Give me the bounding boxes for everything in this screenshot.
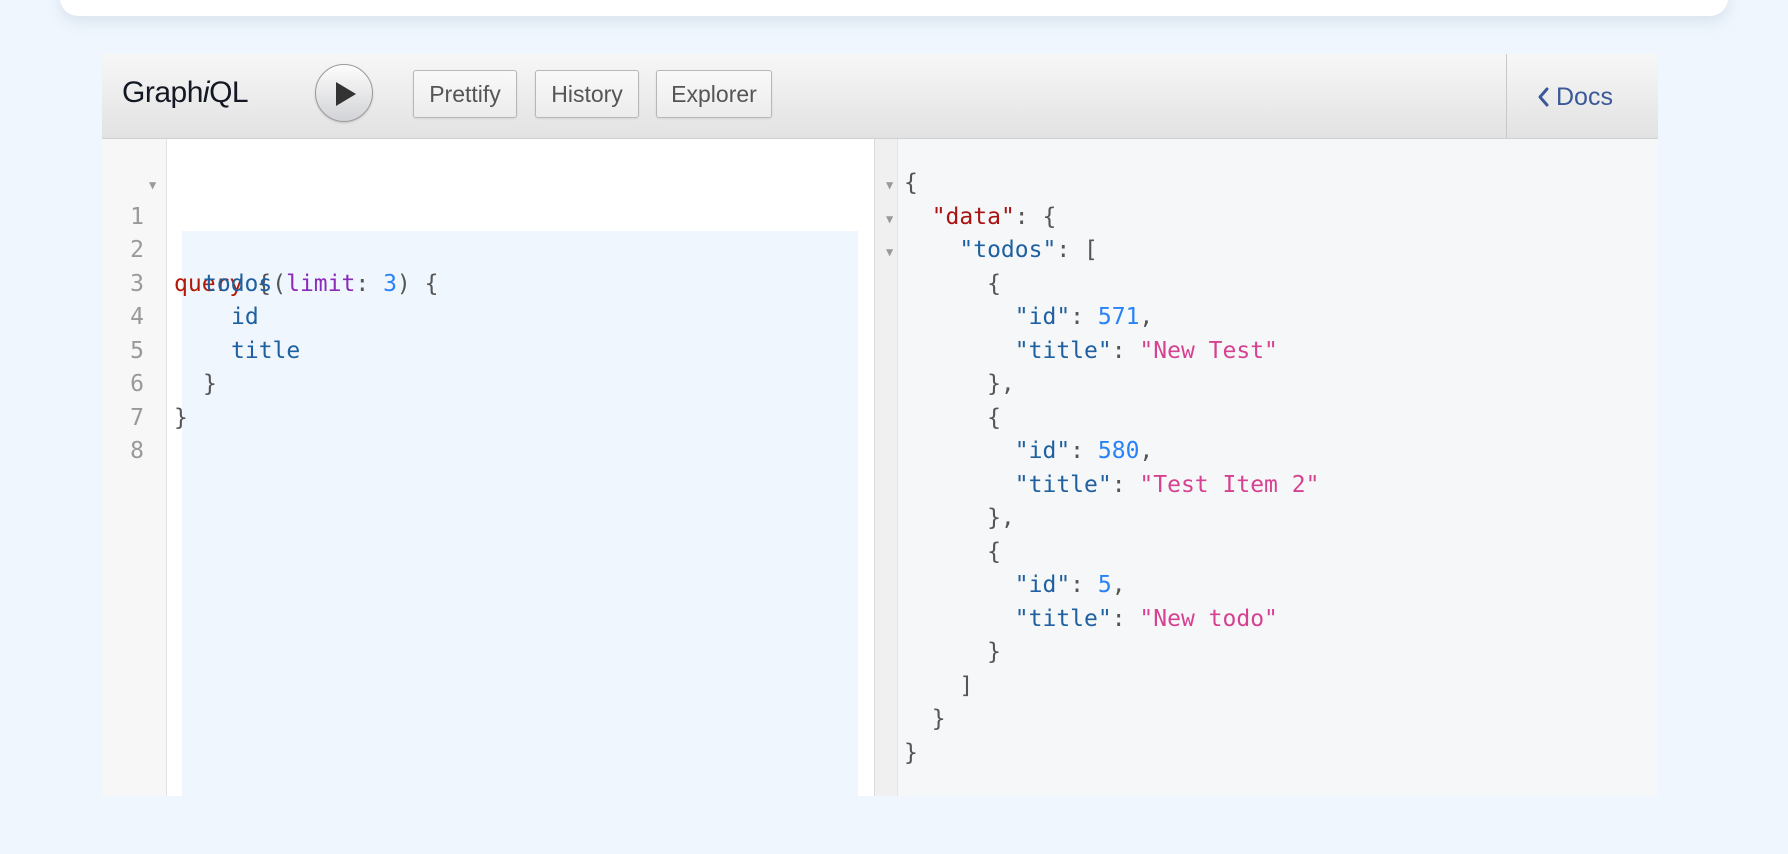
graphiql-app: GraphiQL Prettify History Explorer Docs … <box>102 54 1658 796</box>
code-line: 6 } <box>102 335 213 431</box>
id-value: 580 <box>1097 438 1140 464</box>
toolbar: GraphiQL Prettify History Explorer Docs <box>102 54 1658 139</box>
result-line: "title": "Test Item 2" <box>1014 471 1320 498</box>
result-viewer: ▼ ▼ ▼ { "data": { "todos": [ { "id": 571… <box>886 139 1658 796</box>
fold-arrow-icon[interactable]: ▼ <box>886 236 893 270</box>
prettify-button[interactable]: Prettify <box>413 70 517 118</box>
arg-value: 3 <box>383 270 397 297</box>
result-line: "id": 580, <box>1014 438 1154 464</box>
result-line: } <box>904 706 946 732</box>
field-title: title <box>231 337 301 364</box>
docs-label: Docs <box>1556 83 1613 111</box>
punct: ) { <box>396 270 439 297</box>
query-editor[interactable]: 1 ▼ query { 2 todos(limit: 3) { 3 id 4 t… <box>102 139 874 796</box>
fold-arrow-icon[interactable]: ▼ <box>886 169 893 203</box>
todos-key: "todos" <box>959 237 1057 263</box>
id-value: 5 <box>1097 572 1112 598</box>
title-prefix: Graph <box>122 76 203 109</box>
result-line: { <box>904 404 1001 431</box>
title-key: "title" <box>1014 337 1112 364</box>
code-line: 5 } <box>102 301 217 398</box>
result-line: "id": 571, <box>1014 304 1154 330</box>
field-todos: todos <box>203 270 273 297</box>
result-line: { <box>904 538 1001 565</box>
arg-limit: limit <box>286 270 356 297</box>
play-icon <box>336 82 356 106</box>
explorer-button[interactable]: Explorer <box>656 70 772 118</box>
result-line: ] <box>904 672 974 699</box>
history-button[interactable]: History <box>535 70 639 118</box>
data-key: "data" <box>931 203 1015 230</box>
fold-arrow-icon[interactable]: ▼ <box>886 203 893 237</box>
result-line: } <box>904 639 1001 665</box>
id-key: "id" <box>1014 572 1071 598</box>
result-line: } <box>904 739 918 766</box>
punct: ( <box>272 270 287 297</box>
result-line: "data": { <box>931 203 1057 230</box>
field-id: id <box>231 304 259 330</box>
result-line: { <box>904 170 918 196</box>
title-suffix: QL <box>209 76 249 109</box>
code-line: 3 id <box>102 234 259 331</box>
page-header-shadow <box>60 0 1728 16</box>
title-value: "New todo" <box>1139 605 1278 632</box>
execute-query-button[interactable] <box>315 64 373 122</box>
code-line: 1 ▼ query { <box>102 167 271 297</box>
id-value: 571 <box>1097 304 1140 330</box>
id-key: "id" <box>1014 438 1071 464</box>
result-line: "id": 5, <box>1014 572 1126 598</box>
result-line: { <box>904 270 1001 297</box>
title-key: "title" <box>1014 605 1112 632</box>
result-line: "title": "New todo" <box>1014 605 1278 632</box>
result-line: }, <box>904 371 1015 397</box>
title-key: "title" <box>1014 471 1112 498</box>
line-number: 8 <box>130 438 144 464</box>
code-line: 4 title <box>102 268 300 364</box>
code-line: 7 <box>102 368 213 431</box>
app-title: GraphiQL <box>122 76 249 110</box>
chevron-left-icon <box>1538 87 1549 107</box>
code-line: 2 todos(limit: 3) { <box>102 201 438 297</box>
title-value: "Test Item 2" <box>1139 471 1320 498</box>
fold-arrow-icon[interactable]: ▼ <box>149 169 156 203</box>
docs-separator <box>1506 54 1507 138</box>
title-value: "New Test" <box>1139 337 1278 364</box>
id-key: "id" <box>1014 304 1071 330</box>
result-line: "todos": [ <box>959 237 1098 263</box>
docs-button[interactable]: Docs <box>1536 80 1613 114</box>
result-line: "title": "New Test" <box>1014 337 1278 364</box>
punct: : <box>355 270 384 297</box>
code-line: 8 <box>102 402 213 464</box>
result-line: }, <box>904 505 1015 531</box>
editor-selection-area <box>182 231 858 796</box>
